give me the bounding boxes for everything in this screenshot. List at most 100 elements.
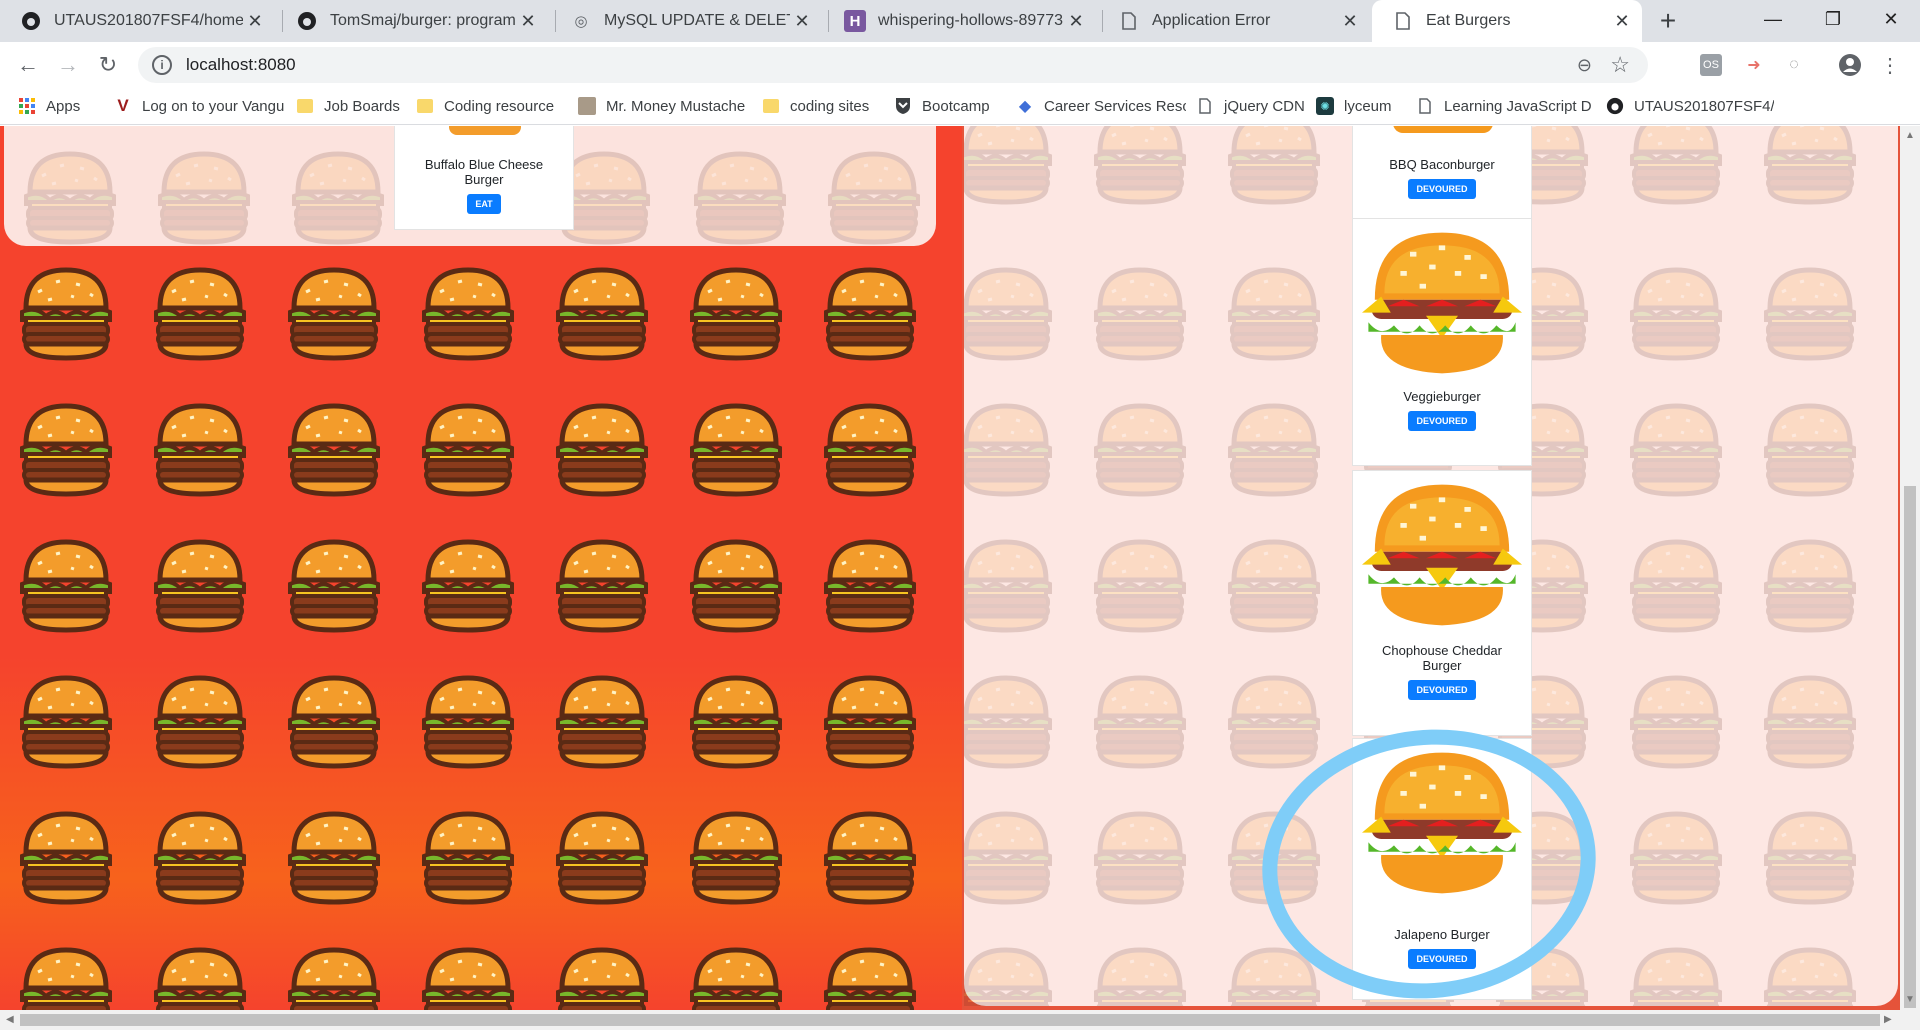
reload-button[interactable]: ↻ bbox=[92, 49, 124, 81]
tab-title: Application Error bbox=[1152, 12, 1271, 29]
scrollbar-thumb[interactable] bbox=[1904, 486, 1916, 1008]
horizontal-scrollbar[interactable]: ◀ ▶ bbox=[0, 1010, 1920, 1030]
new-tab-button[interactable]: + bbox=[1652, 5, 1684, 37]
tab-application-error[interactable]: Application Error ✕ bbox=[1098, 0, 1370, 42]
close-icon[interactable]: ✕ bbox=[516, 9, 540, 33]
tab-mysql[interactable]: ◎ MySQL UPDATE & DELETE Q ✕ bbox=[550, 0, 822, 42]
bookmark-github-homework[interactable]: UTAUS201807FSF4/h bbox=[1606, 97, 1774, 115]
mmm-icon bbox=[578, 97, 596, 115]
window-close-button[interactable]: ✕ bbox=[1862, 0, 1920, 38]
devoured-button[interactable]: DEVOURED bbox=[1408, 680, 1476, 700]
scroll-up-arrow-icon[interactable]: ▲ bbox=[1905, 130, 1915, 141]
close-icon[interactable]: ✕ bbox=[1338, 9, 1362, 33]
page-icon bbox=[1118, 10, 1140, 32]
browser-toolbar: ← → ↻ i localhost:8080 ⊖ ☆ OS ➜ ◌ ⋮ bbox=[0, 42, 1920, 88]
burger-image bbox=[1356, 475, 1528, 635]
page-icon bbox=[1416, 97, 1434, 115]
address-bar[interactable]: i localhost:8080 ⊖ ☆ bbox=[138, 47, 1648, 83]
bookmark-label: Mr. Money Mustache bbox=[606, 97, 746, 115]
tab-burger-repo[interactable]: TomSmaj/burger: program u ✕ bbox=[276, 0, 548, 42]
bookmark-lyceum[interactable]: ✺ lyceum bbox=[1316, 97, 1406, 115]
burger-image bbox=[1393, 126, 1493, 133]
scroll-right-arrow-icon[interactable]: ▶ bbox=[1884, 1014, 1892, 1025]
bookmark-job-boards[interactable]: Job Boards bbox=[296, 97, 402, 115]
menu-dots-icon[interactable]: ⋮ bbox=[1876, 51, 1904, 79]
bookmark-apps[interactable]: Apps bbox=[18, 97, 98, 115]
forward-button[interactable]: → bbox=[52, 49, 84, 81]
burger-image bbox=[449, 126, 521, 135]
github-icon bbox=[1606, 97, 1624, 115]
bookmark-label: Job Boards bbox=[324, 97, 400, 115]
vertical-scrollbar[interactable]: ▲ ▼ bbox=[1900, 126, 1920, 1010]
close-icon[interactable]: ✕ bbox=[243, 9, 267, 33]
mysql-icon: ◎ bbox=[574, 13, 588, 30]
bootcamp-icon bbox=[894, 97, 912, 115]
eat-button[interactable]: EAT bbox=[467, 194, 501, 214]
close-icon[interactable]: ✕ bbox=[790, 9, 814, 33]
folder-icon bbox=[296, 97, 314, 115]
apps-icon bbox=[18, 97, 36, 115]
tab-title: MySQL UPDATE & DELETE Q bbox=[604, 12, 790, 29]
tab-title: UTAUS201807FSF4/homewo bbox=[54, 12, 243, 29]
extension-os-icon[interactable]: OS bbox=[1700, 54, 1722, 76]
extension-circle-icon[interactable]: ◌ bbox=[1780, 51, 1808, 79]
tab-title: TomSmaj/burger: program u bbox=[330, 12, 516, 29]
burger-card-devoured: Veggieburger DEVOURED bbox=[1352, 218, 1532, 466]
github-icon bbox=[20, 10, 42, 32]
career-icon: ◆ bbox=[1018, 98, 1032, 115]
bookmark-coding-resource[interactable]: Coding resource bbox=[416, 97, 566, 115]
bookmark-coding-sites[interactable]: coding sites bbox=[762, 97, 882, 115]
bookmark-label: Log on to your Vangu bbox=[142, 97, 284, 115]
page-icon bbox=[1392, 10, 1414, 32]
bookmarks-bar: Apps V Log on to your Vangu Job Boards C… bbox=[0, 88, 1920, 125]
vanguard-icon: V bbox=[117, 97, 129, 115]
devoured-button[interactable]: DEVOURED bbox=[1408, 411, 1476, 431]
scroll-down-arrow-icon[interactable]: ▼ bbox=[1905, 994, 1915, 1005]
bookmark-label: Coding resource bbox=[444, 97, 555, 115]
bookmark-jquery-cdn[interactable]: jQuery CDN bbox=[1196, 97, 1306, 115]
close-icon[interactable]: ✕ bbox=[1064, 9, 1088, 33]
tab-strip: UTAUS201807FSF4/homewo ✕ TomSmaj/burger:… bbox=[0, 0, 1920, 42]
heroku-icon: H bbox=[844, 10, 866, 32]
extension-arrow-icon[interactable]: ➜ bbox=[1740, 51, 1768, 79]
bookmark-label: Career Services Reso bbox=[1044, 97, 1186, 115]
bookmark-star-icon[interactable]: ☆ bbox=[1610, 52, 1630, 78]
burger-card-devoured: Chophouse Cheddar Burger DEVOURED bbox=[1352, 470, 1532, 736]
url-text: localhost:8080 bbox=[186, 55, 296, 74]
bookmark-label: UTAUS201807FSF4/h bbox=[1634, 97, 1774, 115]
tab-homework[interactable]: UTAUS201807FSF4/homewo ✕ bbox=[0, 0, 275, 42]
back-button[interactable]: ← bbox=[12, 49, 44, 81]
bookmark-label: Apps bbox=[46, 97, 81, 115]
bookmark-mr-money-mustache[interactable]: Mr. Money Mustache bbox=[578, 97, 748, 115]
burger-pattern-left bbox=[0, 126, 962, 1010]
bookmark-label: lyceum bbox=[1344, 97, 1392, 115]
burger-card-to-eat: Buffalo Blue Cheese Burger EAT bbox=[394, 126, 574, 230]
restore-button[interactable]: ❐ bbox=[1804, 0, 1862, 38]
bookmark-learning-javascript[interactable]: Learning JavaScript D bbox=[1416, 97, 1596, 115]
github-icon bbox=[296, 10, 318, 32]
scroll-left-arrow-icon[interactable]: ◀ bbox=[6, 1014, 14, 1025]
zoom-icon[interactable]: ⊖ bbox=[1577, 55, 1592, 76]
account-avatar-icon[interactable] bbox=[1836, 51, 1864, 79]
minimize-button[interactable]: — bbox=[1744, 0, 1802, 38]
tab-title: whispering-hollows-89773 · I bbox=[878, 12, 1064, 29]
scrollbar-thumb[interactable] bbox=[20, 1014, 1880, 1026]
devoured-button[interactable]: DEVOURED bbox=[1408, 179, 1476, 199]
burger-name: Buffalo Blue Cheese Burger bbox=[424, 157, 544, 187]
tab-eat-burgers[interactable]: Eat Burgers ✕ bbox=[1372, 0, 1642, 42]
bookmark-label: Bootcamp bbox=[922, 97, 990, 115]
lyceum-icon: ✺ bbox=[1316, 97, 1334, 115]
bookmark-bootcamp[interactable]: Bootcamp bbox=[894, 97, 1004, 115]
burger-name: Veggieburger bbox=[1403, 389, 1481, 404]
bookmark-label: coding sites bbox=[790, 97, 870, 115]
bookmark-label: Learning JavaScript D bbox=[1444, 97, 1592, 115]
info-icon[interactable]: i bbox=[152, 55, 172, 75]
bookmark-career-services[interactable]: ◆ Career Services Reso bbox=[1016, 97, 1186, 116]
bookmark-label: jQuery CDN bbox=[1224, 97, 1305, 115]
close-icon[interactable]: ✕ bbox=[1610, 9, 1634, 33]
page-viewport: Buffalo Blue Cheese Burger EAT BBQ Bacon… bbox=[0, 126, 1900, 1010]
folder-icon bbox=[762, 97, 780, 115]
bookmark-vanguard[interactable]: V Log on to your Vangu bbox=[114, 97, 284, 115]
tab-heroku[interactable]: H whispering-hollows-89773 · I ✕ bbox=[824, 0, 1096, 42]
tab-title: Eat Burgers bbox=[1426, 12, 1511, 29]
